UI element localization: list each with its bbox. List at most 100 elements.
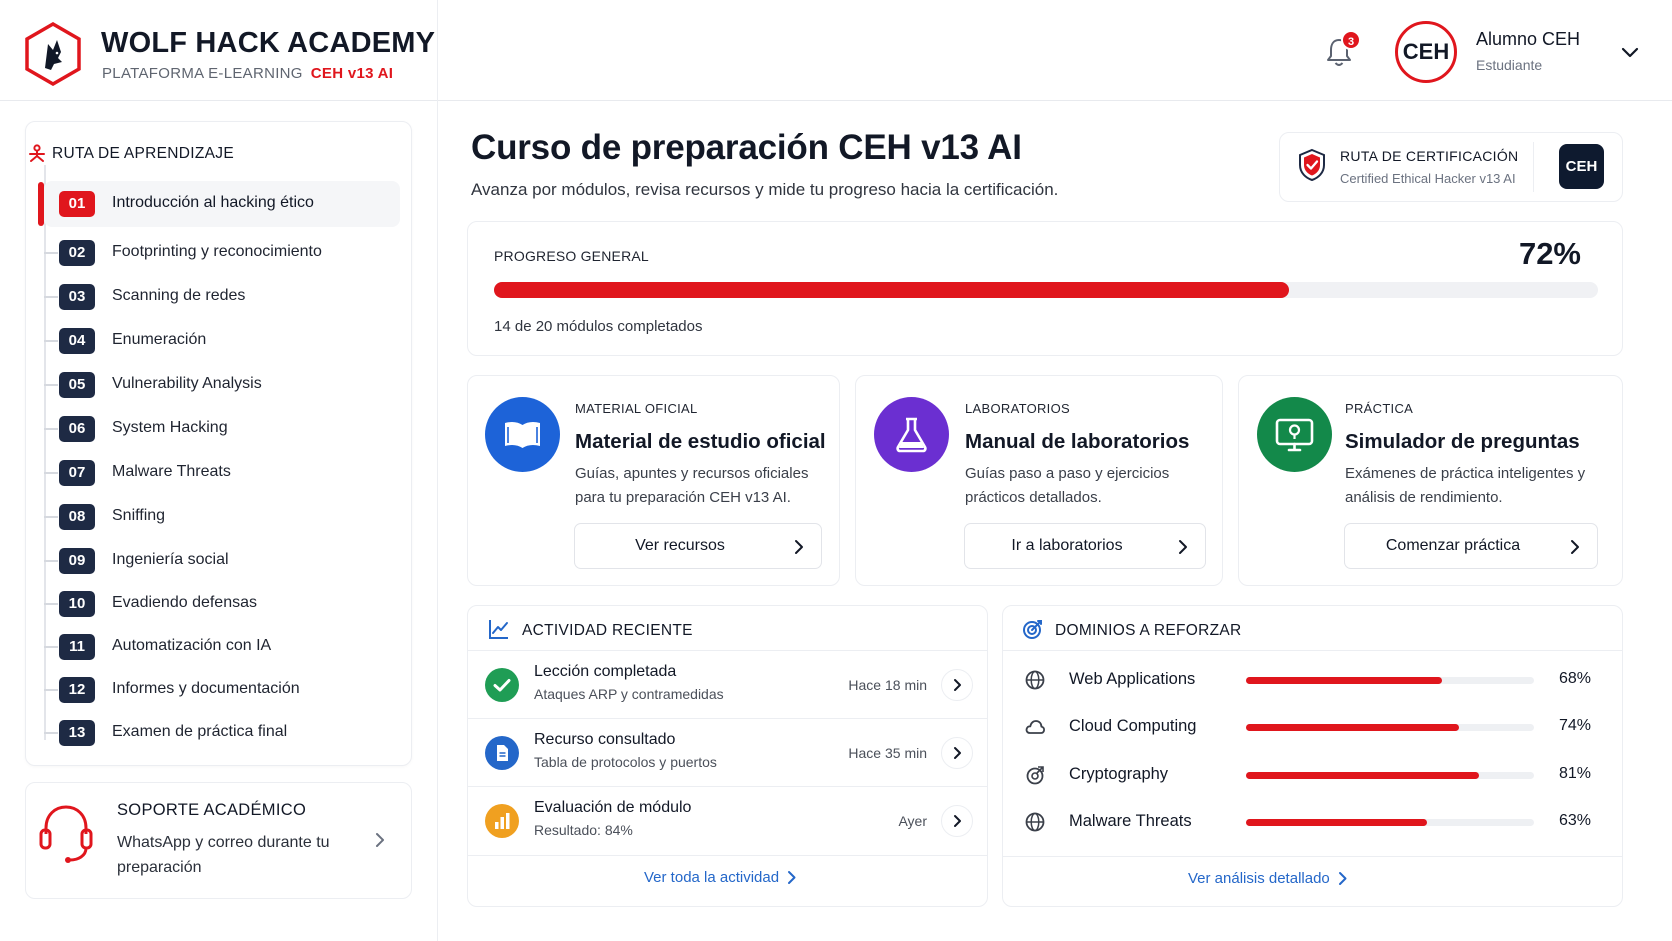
- activity-item-subtitle: Ataques ARP y contramedidas: [534, 686, 724, 702]
- domain-bar-fill: [1246, 772, 1480, 779]
- timeline-tick: [44, 646, 58, 648]
- module-item-10[interactable]: 10 Evadiendo defensas: [44, 584, 400, 624]
- module-label: Malware Threats: [112, 463, 231, 480]
- domain-percent: 68%: [1558, 670, 1591, 687]
- activity-item[interactable]: Evaluación de módulo Resultado: 84% Ayer: [468, 787, 987, 855]
- brand-subtitle: PLATAFORMA E-LEARNING CEH v13 AI: [102, 65, 393, 82]
- module-label: Introducción al hacking ético: [112, 194, 314, 211]
- module-item-05[interactable]: 05 Vulnerability Analysis: [44, 365, 400, 405]
- timeline-tick: [44, 340, 58, 342]
- module-label: Automatización con IA: [112, 637, 272, 654]
- ceh-badge: CEH: [1559, 144, 1604, 189]
- domain-bar: [1246, 724, 1534, 731]
- certification-title: RUTA DE CERTIFICACIÓN: [1340, 148, 1519, 164]
- resource-description: Exámenes de práctica inteligentes y anál…: [1345, 465, 1586, 506]
- module-label: Enumeración: [112, 331, 207, 348]
- brand-title: WOLF HACK ACADEMY: [101, 27, 436, 59]
- module-number: 10: [59, 591, 95, 617]
- avatar[interactable]: CEH: [1395, 21, 1457, 83]
- domain-bar: [1246, 677, 1534, 684]
- globe-icon: [1025, 812, 1045, 832]
- chevron-right-button[interactable]: [941, 669, 973, 701]
- activity-item[interactable]: Recurso consultado Tabla de protocolos y…: [468, 719, 987, 787]
- chevron-right-icon: [1179, 540, 1187, 554]
- module-item-01[interactable]: 01 Introducción al hacking ético: [44, 181, 400, 227]
- resource-title: Simulador de preguntas: [1345, 430, 1580, 453]
- domain-row[interactable]: Malware Threats 63%: [1003, 799, 1622, 845]
- monitor-icon-glyph: [1275, 418, 1314, 452]
- check-icon: [485, 668, 519, 702]
- chevron-right-button[interactable]: [941, 737, 973, 769]
- activity-item[interactable]: Lección completada Ataques ARP y contram…: [468, 651, 987, 719]
- module-label: Evadiendo defensas: [112, 594, 257, 611]
- domains-title: DOMINIOS A REFORZAR: [1055, 622, 1242, 639]
- progress-value: 72%: [1518, 236, 1581, 271]
- chevron-down-icon[interactable]: [1620, 42, 1640, 62]
- page-title: Curso de preparación CEH v13 AI: [471, 128, 1022, 167]
- timeline-tick: [44, 384, 58, 386]
- view-all-activity-link[interactable]: Ver toda la actividad: [644, 869, 797, 886]
- activity-item-subtitle: Tabla de protocolos y puertos: [534, 754, 717, 770]
- timeline-tick: [44, 689, 58, 691]
- bar-chart-icon: [485, 804, 519, 838]
- resource-title: Material de estudio oficial: [575, 430, 826, 453]
- progress-bar-fill: [494, 282, 1289, 298]
- timeline-tick: [44, 428, 58, 430]
- view-resources-button[interactable]: Ver recursos: [574, 523, 822, 569]
- domain-name: Web Applications: [1069, 670, 1196, 688]
- route-title: RUTA DE APRENDIZAJE: [52, 145, 234, 162]
- start-practice-button[interactable]: Comenzar práctica: [1344, 523, 1598, 569]
- go-to-labs-button[interactable]: Ir a laboratorios: [964, 523, 1206, 569]
- chevron-right-button[interactable]: [941, 805, 973, 837]
- globe-icon: [1025, 670, 1045, 690]
- module-number: 08: [59, 504, 95, 530]
- module-number: 06: [59, 416, 95, 442]
- module-item-06[interactable]: 06 System Hacking: [44, 409, 400, 449]
- user-name[interactable]: Alumno CEH: [1476, 29, 1580, 50]
- shield-icon: [1299, 148, 1325, 182]
- progress-label: PROGRESO GENERAL: [494, 248, 649, 264]
- book-icon-glyph: [505, 421, 540, 448]
- chevron-right-icon: [1338, 872, 1347, 885]
- domain-row[interactable]: Cloud Computing 74%: [1003, 704, 1622, 750]
- module-item-13[interactable]: 13 Examen de práctica final: [44, 713, 400, 753]
- domain-row[interactable]: Web Applications 68%: [1003, 657, 1622, 703]
- activity-item-time: Hace 18 min: [848, 677, 927, 693]
- domain-name: Cloud Computing: [1069, 717, 1197, 735]
- module-item-11[interactable]: 11 Automatización con IA: [44, 627, 400, 667]
- activity-item-time: Hace 35 min: [848, 745, 927, 761]
- target-icon: [1023, 620, 1042, 639]
- module-label: System Hacking: [112, 419, 228, 436]
- link-label: Ver análisis detallado: [1188, 870, 1330, 887]
- module-number: 13: [59, 720, 95, 746]
- timeline-tick: [44, 732, 58, 734]
- module-item-04[interactable]: 04 Enumeración: [44, 321, 400, 361]
- progress-bar: [494, 282, 1598, 298]
- module-label: Vulnerability Analysis: [112, 375, 262, 392]
- module-number: 02: [59, 240, 95, 266]
- domain-row[interactable]: Cryptography 81%: [1003, 752, 1622, 798]
- cloud-icon: [1025, 720, 1046, 734]
- module-item-03[interactable]: 03 Scanning de redes: [44, 277, 400, 317]
- module-item-08[interactable]: 08 Sniffing: [44, 497, 400, 537]
- module-item-02[interactable]: 02 Footprinting y reconocimiento: [44, 233, 400, 273]
- chevron-right-icon: [954, 815, 961, 827]
- module-item-09[interactable]: 09 Ingeniería social: [44, 541, 400, 581]
- wolf-logo-icon[interactable]: [24, 22, 82, 86]
- view-detailed-analysis-link[interactable]: Ver análisis detallado: [1188, 870, 1348, 887]
- check-icon-glyph: [493, 679, 511, 692]
- flask-icon-glyph: [896, 417, 927, 453]
- document-icon: [485, 736, 519, 770]
- resource-kicker: MATERIAL OFICIAL: [575, 401, 698, 416]
- module-item-07[interactable]: 07 Malware Threats: [44, 453, 400, 493]
- button-label: Ir a laboratorios: [1011, 537, 1123, 554]
- chevron-right-icon[interactable]: [373, 830, 387, 850]
- activity-item-title: Recurso consultado: [534, 731, 676, 748]
- module-label: Examen de práctica final: [112, 723, 288, 740]
- chevron-right-icon: [954, 747, 961, 759]
- button-label: Ver recursos: [635, 537, 725, 554]
- divider: [1003, 650, 1622, 651]
- module-number: 05: [59, 372, 95, 398]
- module-item-12[interactable]: 12 Informes y documentación: [44, 670, 400, 710]
- chevron-right-icon: [954, 679, 961, 691]
